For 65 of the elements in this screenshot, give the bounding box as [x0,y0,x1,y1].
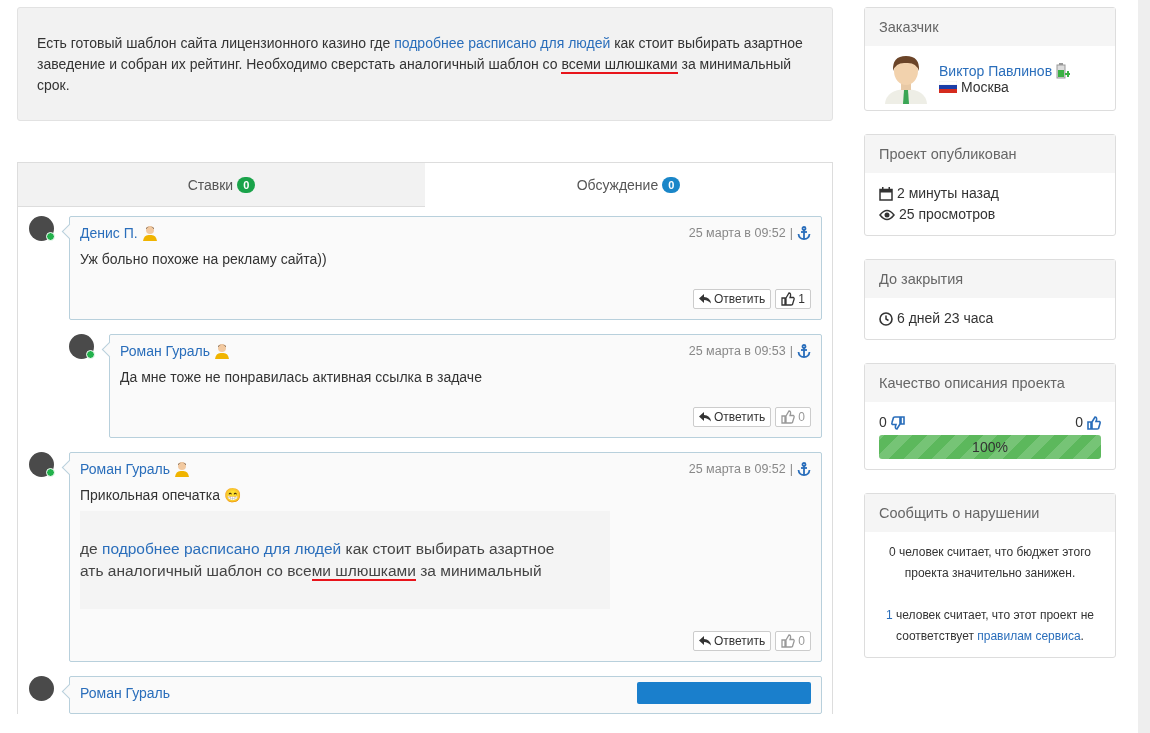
author-link[interactable]: Роман Гураль [80,461,171,477]
thumbs-down-icon[interactable] [890,415,905,430]
screenshot-text: де подробнее расписано для людей как стоит выбирать азартное [80,540,556,558]
card-title: Заказчик [865,8,1115,46]
reply-icon [699,636,711,646]
author-link[interactable]: Роман Гураль [120,343,211,359]
rules-link[interactable]: правилам сервиса [977,629,1081,643]
text-link[interactable]: подробнее расписано для людей [394,35,611,51]
battery-icon [1056,63,1071,79]
anchor-icon[interactable] [797,226,811,240]
avatar [29,676,54,701]
project-description: Есть готовый шаблон сайта лицензионного казино где подробнее расписано для людей как стоит выбирать азартное заведение и собран их рейтинг. Необходимо сверстать аналогичный шаблон со всеми шлюшками за минимальный срок. [17,7,833,121]
comment-time: 25 марта в 09:53 [688,344,786,358]
reply-icon [699,412,711,422]
report-text: 1 человек считает, что этот проект не соответствует правилам сервиса. [885,607,1095,645]
like-button[interactable]: 1 [775,289,811,309]
flag-icon [939,81,957,93]
like-button[interactable]: 0 [775,631,811,651]
user-icon [174,461,191,477]
tab[interactable]: Ставки 0 [18,163,425,207]
screenshot-text: ать аналогичный шаблон со всеми шлюшками за минимальный [80,562,543,580]
reply-button[interactable]: Ответить [693,407,772,427]
comment-text: Прикольная опечатка 😁 [80,487,242,503]
user-avatar-icon [883,54,929,104]
reply-button[interactable]: Ответить [693,289,772,309]
quality-percent: 100% [971,437,1009,457]
like-button[interactable]: 0 [775,407,811,427]
views-count: 25 просмотров [899,205,996,224]
customer-name-link[interactable]: Виктор Павлинов [939,63,1053,79]
report-text: 0 человек считает, что бюджет этого проекта значительно занижен. [888,544,1092,582]
thumbs-up-icon [781,634,796,648]
user-icon [214,343,231,359]
card-title: Качество описания проекта [865,364,1115,402]
reply-button[interactable]: Ответить [693,631,772,651]
eye-icon [879,208,895,221]
count-link[interactable]: 1 [886,608,893,622]
calendar-icon [879,186,893,201]
text-link[interactable]: подробнее расписано для людей [102,540,342,557]
count-badge: 0 [662,176,681,193]
author-link[interactable]: Роман Гураль [80,685,171,701]
author-link[interactable]: Денис П. [80,225,138,241]
anchor-icon[interactable] [797,344,811,358]
separator: | [789,226,793,240]
city: Москва [961,79,1009,95]
comment-text: Уж больно похоже на рекламу сайта)) [80,251,328,267]
thumbs-up-icon[interactable] [1087,415,1101,430]
separator: | [789,462,793,476]
published-time: 2 минуты назад [897,184,999,203]
comment-time: 25 марта в 09:52 [688,226,786,240]
anchor-icon[interactable] [797,462,811,476]
count-badge: 0 [237,176,256,193]
thumbs-up-icon [781,292,796,306]
card-title: Сообщить о нарушении [865,494,1115,532]
comment-time: 25 марта в 09:52 [688,462,786,476]
comment-text: Да мне тоже не понравилась активная ссылка в задаче [120,369,483,385]
like-count: 0 [1075,413,1083,432]
thumbs-up-icon [781,410,796,424]
card-title: До закрытия [865,260,1115,298]
separator: | [789,344,793,358]
time-remaining: 6 дней 23 часа [897,309,994,328]
user-icon [141,225,158,241]
card-title: Проект опубликован [865,135,1115,173]
dislike-count: 0 [879,413,887,432]
clock-icon [879,311,893,326]
reply-icon [699,294,711,304]
